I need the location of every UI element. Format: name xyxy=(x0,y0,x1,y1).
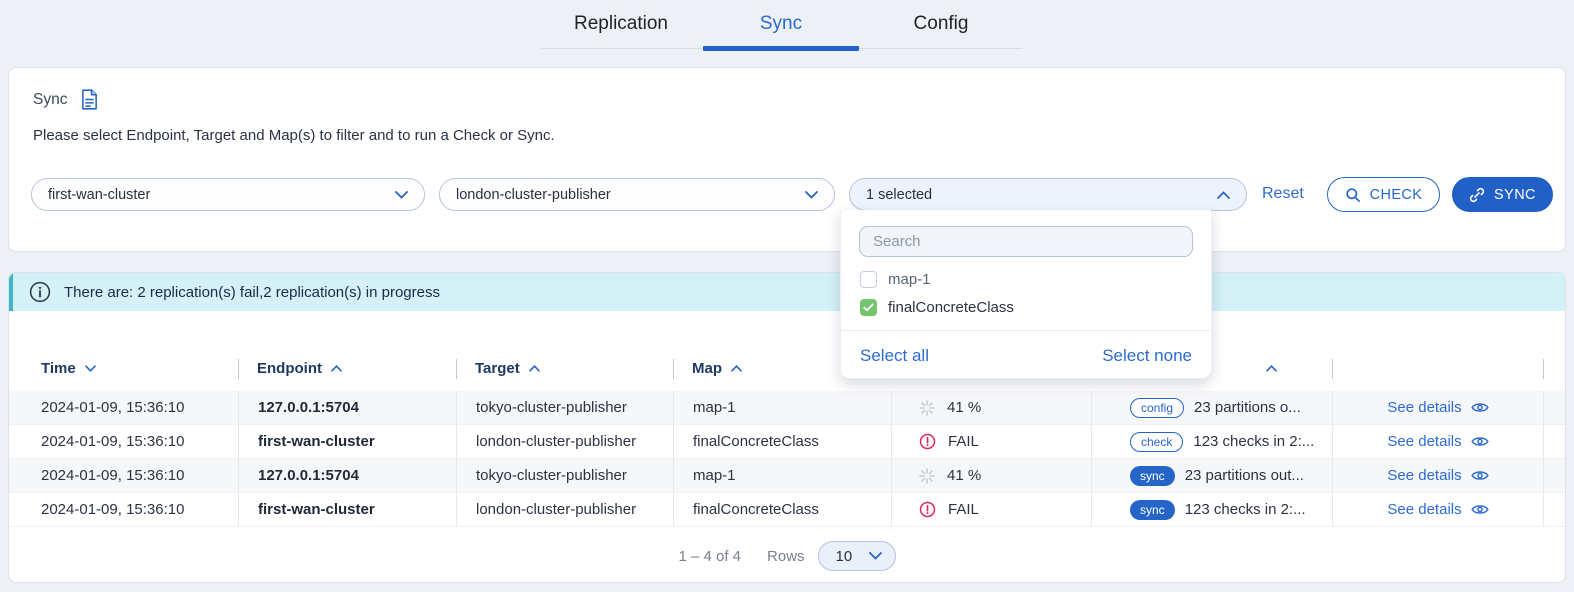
eye-icon xyxy=(1471,401,1489,414)
cell-endpoint: 127.0.0.1:5704 xyxy=(238,391,456,424)
card-title: Sync xyxy=(33,91,67,109)
cell-status: 41 % xyxy=(891,459,1091,492)
table-row: 2024-01-09, 15:36:10 first-wan-cluster l… xyxy=(9,425,1565,459)
info-icon xyxy=(29,281,51,303)
cell-target: london-cluster-publisher xyxy=(456,493,673,526)
see-details-link[interactable]: See details xyxy=(1387,399,1488,416)
filter-description: Please select Endpoint, Target and Map(s… xyxy=(33,127,555,144)
cell-details: See details xyxy=(1332,459,1544,492)
tab-config[interactable]: Config xyxy=(861,0,1021,48)
cell-time: 2024-01-09, 15:36:10 xyxy=(9,425,238,458)
cell-details: See details xyxy=(1332,391,1544,424)
cell-details: See details xyxy=(1332,425,1544,458)
map-option-finalconcreteclass[interactable]: finalConcreteClass xyxy=(841,293,1211,321)
sort-asc-icon xyxy=(1266,365,1277,372)
sync-badge: sync xyxy=(1130,500,1175,520)
info-banner: There are: 2 replication(s) fail,2 repli… xyxy=(9,273,1565,311)
sync-button[interactable]: SYNC xyxy=(1452,177,1553,212)
fail-icon xyxy=(919,433,936,450)
table-header-row: Time Endpoint Target Map xyxy=(9,346,1565,391)
document-icon[interactable] xyxy=(80,89,99,110)
tab-sync[interactable]: Sync xyxy=(701,0,861,48)
endpoint-select[interactable]: first-wan-cluster xyxy=(31,178,425,211)
cell-map: map-1 xyxy=(673,391,891,424)
table-row: 2024-01-09, 15:36:10 first-wan-cluster l… xyxy=(9,493,1565,527)
link-icon xyxy=(1469,187,1485,203)
reset-button[interactable]: Reset xyxy=(1262,185,1304,203)
cell-message: sync 23 partitions out... xyxy=(1091,459,1332,492)
check-button[interactable]: CHECK xyxy=(1327,177,1440,212)
sort-asc-icon xyxy=(731,365,742,372)
eye-icon xyxy=(1471,435,1489,448)
filter-card: Sync Please select Endpoint, Target and … xyxy=(8,67,1566,252)
eye-icon xyxy=(1471,503,1489,516)
results-card: There are: 2 replication(s) fail,2 repli… xyxy=(8,272,1566,583)
chevron-down-icon xyxy=(869,552,882,560)
table-row: 2024-01-09, 15:36:10 127.0.0.1:5704 toky… xyxy=(9,459,1565,493)
pagination-range: 1 – 4 of 4 xyxy=(678,548,741,565)
map-select[interactable]: 1 selected xyxy=(849,178,1247,211)
cell-details: See details xyxy=(1332,493,1544,526)
map-dropdown-panel: map-1 finalConcreteClass Select all Sele… xyxy=(840,210,1212,379)
map-option-map-1[interactable]: map-1 xyxy=(841,265,1211,293)
table-body: 2024-01-09, 15:36:10 127.0.0.1:5704 toky… xyxy=(9,391,1565,527)
cell-time: 2024-01-09, 15:36:10 xyxy=(9,459,238,492)
map-search-input[interactable] xyxy=(859,226,1193,257)
sync-badge: sync xyxy=(1130,466,1175,486)
cell-message: config 23 partitions o... xyxy=(1091,391,1332,424)
cell-status: FAIL xyxy=(891,425,1091,458)
cell-message: check 123 checks in 2:... xyxy=(1091,425,1332,458)
top-tabbar: Replication Sync Config xyxy=(541,0,1022,49)
chevron-down-icon xyxy=(805,191,818,199)
header-target[interactable]: Target xyxy=(456,346,673,391)
see-details-link[interactable]: See details xyxy=(1387,467,1488,484)
cell-map: map-1 xyxy=(673,459,891,492)
header-endpoint[interactable]: Endpoint xyxy=(238,346,456,391)
cell-message: sync 123 checks in 2:... xyxy=(1091,493,1332,526)
table-row: 2024-01-09, 15:36:10 127.0.0.1:5704 toky… xyxy=(9,391,1565,425)
tab-replication[interactable]: Replication xyxy=(541,0,701,48)
see-details-link[interactable]: See details xyxy=(1387,433,1488,450)
fail-icon xyxy=(919,501,936,518)
sort-asc-icon xyxy=(529,365,540,372)
target-select[interactable]: london-cluster-publisher xyxy=(439,178,835,211)
pagination: 1 – 4 of 4 Rows 10 xyxy=(9,527,1565,583)
cell-status: FAIL xyxy=(891,493,1091,526)
header-time[interactable]: Time xyxy=(9,346,238,391)
progress-spinner-icon xyxy=(919,468,935,484)
header-details xyxy=(1332,346,1544,391)
select-all-link[interactable]: Select all xyxy=(860,346,929,366)
cell-endpoint: first-wan-cluster xyxy=(238,493,456,526)
cell-status: 41 % xyxy=(891,391,1091,424)
select-none-link[interactable]: Select none xyxy=(1102,346,1192,366)
search-icon xyxy=(1345,187,1361,203)
chevron-down-icon xyxy=(395,191,408,199)
cell-map: finalConcreteClass xyxy=(673,425,891,458)
cell-target: tokyo-cluster-publisher xyxy=(456,459,673,492)
check-badge: check xyxy=(1130,432,1183,452)
config-badge: config xyxy=(1130,398,1184,418)
banner-text: There are: 2 replication(s) fail,2 repli… xyxy=(64,284,440,301)
progress-spinner-icon xyxy=(919,400,935,416)
cell-endpoint: 127.0.0.1:5704 xyxy=(238,459,456,492)
cell-endpoint: first-wan-cluster xyxy=(238,425,456,458)
rows-per-page-select[interactable]: 10 xyxy=(818,541,896,571)
sort-asc-icon xyxy=(331,365,342,372)
eye-icon xyxy=(1471,469,1489,482)
cell-target: tokyo-cluster-publisher xyxy=(456,391,673,424)
cell-target: london-cluster-publisher xyxy=(456,425,673,458)
active-tab-underline xyxy=(703,46,859,51)
cell-time: 2024-01-09, 15:36:10 xyxy=(9,493,238,526)
sync-page: Replication Sync Config Sync Please sele… xyxy=(0,0,1574,592)
chevron-up-icon xyxy=(1217,191,1230,199)
see-details-link[interactable]: See details xyxy=(1387,501,1488,518)
checkbox-checked[interactable] xyxy=(860,299,877,316)
checkbox-unchecked[interactable] xyxy=(860,271,877,288)
cell-map: finalConcreteClass xyxy=(673,493,891,526)
cell-time: 2024-01-09, 15:36:10 xyxy=(9,391,238,424)
sort-desc-icon xyxy=(85,365,96,372)
rows-per-page-label: Rows xyxy=(767,548,805,565)
